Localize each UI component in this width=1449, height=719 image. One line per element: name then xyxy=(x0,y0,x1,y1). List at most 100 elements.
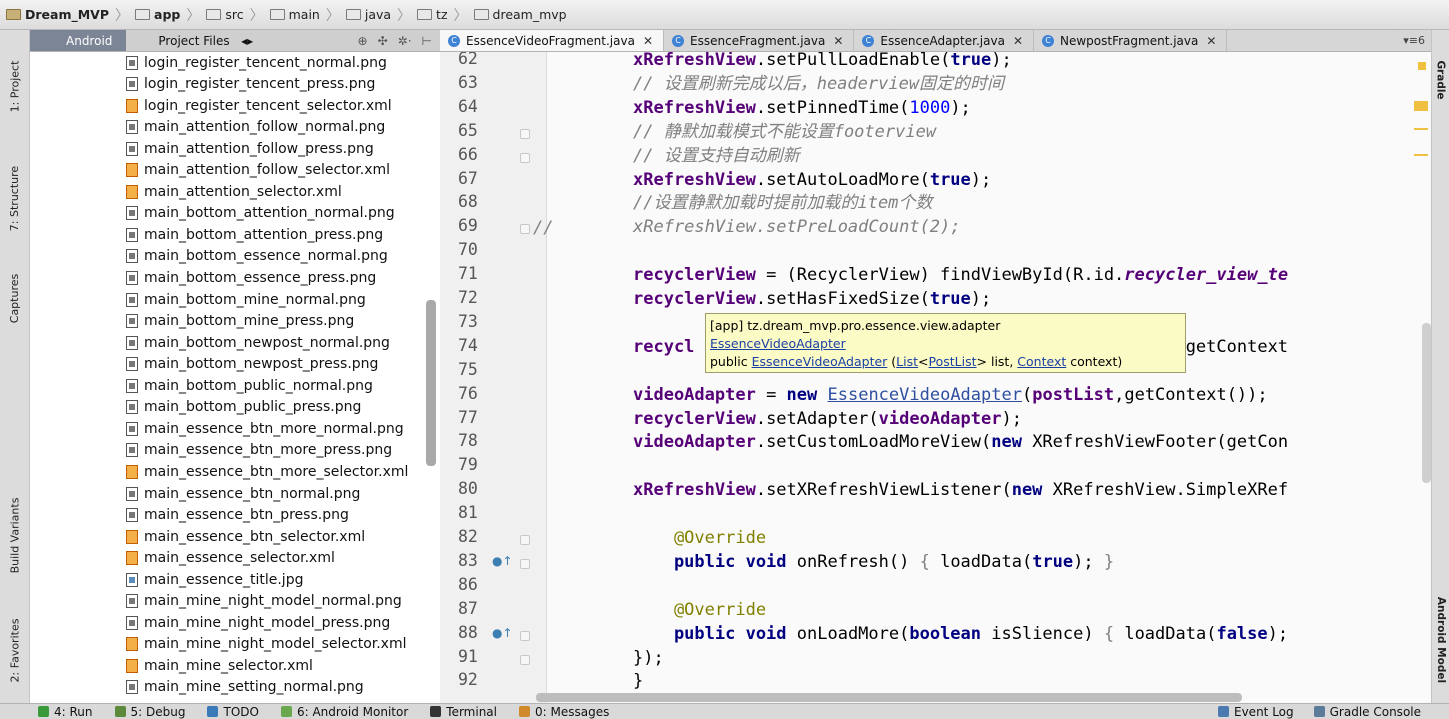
code-line: @Override xyxy=(633,526,766,550)
file-tree-item[interactable]: login_register_tencent_selector.xml xyxy=(126,95,392,116)
tooltip-postlist-link[interactable]: PostList xyxy=(929,354,977,369)
code-token[interactable]: EssenceVideoAdapter xyxy=(828,385,1022,405)
tool-tab-captures[interactable]: Captures xyxy=(0,258,30,338)
file-tree-item[interactable]: main_attention_follow_normal.png xyxy=(126,117,385,138)
editor-tab[interactable]: C EssenceAdapter.java ✕ xyxy=(854,30,1034,51)
collapse-icon[interactable]: ✣ xyxy=(378,34,388,48)
file-tree-item[interactable]: main_essence_btn_more_selector.xml xyxy=(126,461,408,482)
sync-icon[interactable]: ⊕ xyxy=(358,34,368,48)
file-tree-item[interactable]: main_mine_selector.xml xyxy=(126,655,313,676)
bottom-tool-button[interactable]: 5: Debug xyxy=(114,705,185,719)
file-tree-item[interactable]: main_attention_follow_selector.xml xyxy=(126,160,390,181)
file-tree-item[interactable]: main_bottom_public_press.png xyxy=(126,397,361,418)
tooltip-list-link[interactable]: List xyxy=(896,354,918,369)
close-tab-icon[interactable]: ✕ xyxy=(1206,34,1216,48)
file-tree-item[interactable]: main_essence_btn_selector.xml xyxy=(126,526,365,547)
bottom-tool-button[interactable]: 6: Android Monitor xyxy=(280,705,408,719)
fold-marker-icon[interactable] xyxy=(520,535,530,545)
editor-tab[interactable]: C EssenceFragment.java ✕ xyxy=(664,30,855,51)
tool-tab-favorites[interactable]: 2: Favorites xyxy=(0,600,30,700)
file-tree-item[interactable]: main_bottom_essence_normal.png xyxy=(126,246,388,267)
file-tree-item[interactable]: main_bottom_mine_normal.png xyxy=(126,289,366,310)
editor-horizontal-scrollbar[interactable] xyxy=(536,693,1242,702)
close-tab-icon[interactable]: ✕ xyxy=(1013,34,1023,48)
bottom-tool-button[interactable]: Gradle Console xyxy=(1313,705,1421,719)
breadcrumb-item[interactable]: src 〉 xyxy=(206,0,269,29)
file-tree-item[interactable]: main_mine_night_model_press.png xyxy=(126,612,390,633)
file-tree-item[interactable]: main_bottom_newpost_press.png xyxy=(126,354,378,375)
tool-tab-structure[interactable]: 7: Structure xyxy=(0,142,30,254)
fold-marker-icon[interactable] xyxy=(520,152,530,163)
file-tree-item[interactable]: main_mine_setting_normal.png xyxy=(126,677,364,698)
breadcrumb-item[interactable]: main 〉 xyxy=(269,0,346,29)
image-file-icon xyxy=(126,314,138,329)
breadcrumb-label: dream_mvp xyxy=(492,7,567,22)
breadcrumb-item[interactable]: java 〉 xyxy=(345,0,417,29)
tool-tab-build-variants[interactable]: Build Variants xyxy=(0,470,30,600)
tab-project-files[interactable]: Project Files ◂▸ xyxy=(126,30,263,51)
tabs-overflow-icon[interactable]: ▾≡6 xyxy=(1403,30,1431,51)
fold-marker-icon[interactable] xyxy=(520,630,530,641)
breadcrumb-item[interactable]: dream_mvp xyxy=(473,0,573,29)
tooltip-class-link[interactable]: EssenceVideoAdapter xyxy=(710,336,846,351)
file-tree-item[interactable]: login_register_tencent_normal.png xyxy=(126,52,387,73)
code-token: true xyxy=(929,289,971,309)
file-tree-item[interactable]: main_essence_title.jpg xyxy=(126,569,303,590)
tooltip-constructor-link[interactable]: EssenceVideoAdapter xyxy=(752,354,888,369)
file-tree-item[interactable]: main_mine_night_model_selector.xml xyxy=(126,634,407,655)
breadcrumb-item[interactable]: Dream_MVP 〉 xyxy=(6,0,135,29)
tool-tab-project[interactable]: 1: Project xyxy=(0,36,30,136)
file-tree-item[interactable]: main_attention_selector.xml xyxy=(126,181,342,202)
fold-marker-icon[interactable] xyxy=(520,224,530,235)
tooltip-context-link[interactable]: Context xyxy=(1017,354,1066,369)
project-scrollbar[interactable] xyxy=(426,300,436,466)
switch-view-icon[interactable]: ◂▸ xyxy=(241,34,253,48)
file-tree-item[interactable]: main_essence_btn_more_press.png xyxy=(126,440,392,461)
tool-window-icon xyxy=(207,706,219,717)
file-tree-item[interactable]: main_mine_night_model_normal.png xyxy=(126,591,402,612)
file-tree-item[interactable]: main_bottom_attention_press.png xyxy=(126,224,383,245)
warning-stripe-mark[interactable] xyxy=(1414,154,1428,156)
bottom-tool-button[interactable]: 4: Run xyxy=(38,705,93,719)
close-tab-icon[interactable]: ✕ xyxy=(643,34,653,48)
breadcrumb-item[interactable]: tz 〉 xyxy=(417,0,473,29)
breadcrumb-item[interactable]: app 〉 xyxy=(135,0,206,29)
bottom-tool-button[interactable]: Terminal xyxy=(430,705,497,719)
tool-tab-gradle[interactable]: Gradle xyxy=(1432,40,1449,120)
error-stripe-mark[interactable] xyxy=(1418,62,1426,70)
file-tree-item[interactable]: main_essence_btn_press.png xyxy=(126,505,349,526)
file-tree-item[interactable]: main_attention_follow_press.png xyxy=(126,138,374,159)
file-tree-item[interactable]: main_bottom_newpost_normal.png xyxy=(126,332,390,353)
editor-gutter: 62 63 64 65 66 67 68 69 70 71 72 73 74 75 76 77 78 79 80 81… xyxy=(440,52,547,703)
gear-icon[interactable]: ✲· xyxy=(398,34,412,48)
override-method-icon[interactable]: ●↑ xyxy=(492,626,513,640)
file-tree-item[interactable]: main_essence_selector.xml xyxy=(126,548,335,569)
fold-marker-icon[interactable] xyxy=(520,128,530,139)
editor-vertical-scrollbar[interactable] xyxy=(1422,323,1431,483)
fold-marker-icon[interactable] xyxy=(520,558,530,569)
close-tab-icon[interactable]: ✕ xyxy=(833,34,843,48)
warning-stripe-mark[interactable] xyxy=(1414,128,1428,130)
hide-panel-icon[interactable]: ⊢ xyxy=(422,34,432,48)
file-tree-item[interactable]: main_essence_btn_more_normal.png xyxy=(126,418,404,439)
fold-marker-icon[interactable] xyxy=(520,654,530,665)
file-tree-item[interactable]: main_essence_btn_normal.png xyxy=(126,483,360,504)
code-editor[interactable]: xRefreshView.setPullLoadEnable(true);// … xyxy=(547,52,1431,703)
file-tree-item[interactable]: main_bottom_mine_press.png xyxy=(126,311,354,332)
file-tree-item[interactable]: main_bottom_essence_press.png xyxy=(126,268,376,289)
bottom-tool-button[interactable]: TODO xyxy=(207,705,259,719)
bottom-tool-button[interactable]: 0: Messages xyxy=(519,705,609,719)
image-file-icon xyxy=(126,508,138,523)
code-token: xRefreshView xyxy=(633,169,756,190)
code-token: boolean xyxy=(909,623,992,644)
tab-android-view[interactable]: Android xyxy=(30,30,127,51)
file-tree-item[interactable]: login_register_tencent_press.png xyxy=(126,74,375,95)
override-method-icon[interactable]: ●↑ xyxy=(492,554,513,568)
file-tree-item[interactable]: main_bottom_public_normal.png xyxy=(126,375,373,396)
tool-tab-android-model[interactable]: Android Model xyxy=(1432,590,1449,690)
file-tree-item[interactable]: main_bottom_attention_normal.png xyxy=(126,203,395,224)
warning-stripe-mark[interactable] xyxy=(1414,101,1428,111)
editor-tab[interactable]: C NewpostFragment.java ✕ xyxy=(1034,30,1228,51)
editor-tab[interactable]: C EssenceVideoFragment.java ✕ xyxy=(440,30,665,51)
bottom-tool-button[interactable]: Event Log xyxy=(1218,705,1294,719)
